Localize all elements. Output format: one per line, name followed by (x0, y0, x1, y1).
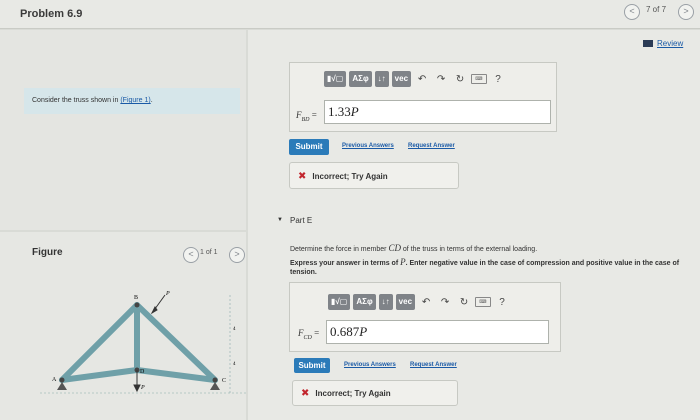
help-icon[interactable]: ? (490, 74, 506, 85)
part-d-variable-label: FBD = (296, 110, 317, 123)
top-bar (0, 0, 700, 29)
review-link[interactable]: Review (657, 39, 683, 48)
part-d-submit-button[interactable]: Submit (289, 139, 329, 155)
part-e-question-member: CD (388, 243, 401, 253)
part-e-instruction-1: Express your answer in terms of (290, 260, 399, 267)
problem-intro-panel (0, 30, 246, 230)
part-d-label-sub: BD (301, 116, 310, 123)
greek-symbols-button[interactable]: ΑΣφ (349, 71, 372, 87)
templates-button[interactable]: ▮√▢ (324, 71, 347, 87)
arrows-button[interactable]: ↓↑ (378, 294, 393, 310)
keyboard-icon[interactable]: ⌨ (471, 74, 488, 84)
part-e-instruction: Express your answer in terms of P. Enter… (290, 258, 682, 277)
undo-icon[interactable]: ↶ (418, 297, 434, 308)
arrows-button[interactable]: ↓↑ (374, 71, 389, 87)
part-e-variable-label: FCD = (298, 328, 319, 341)
intro-period: . (150, 97, 153, 104)
truss-figure: B P D P A C 4 4 (40, 291, 246, 394)
part-e-value-number: 0.687 (330, 324, 360, 339)
part-e-question-pre: Determine the force in member (290, 246, 387, 253)
load-label-top: P (165, 291, 170, 297)
part-d-value-number: 1.33 (328, 104, 351, 119)
vec-button[interactable]: vec (391, 71, 412, 87)
incorrect-icon: ✖ (301, 388, 310, 399)
redo-icon[interactable]: ↷ (433, 74, 449, 85)
incorrect-icon: ✖ (298, 171, 307, 182)
part-d-value-var: P (350, 104, 359, 119)
part-e-request-answer-link[interactable]: Request Answer (410, 362, 457, 368)
part-e-label-sub: CD (303, 334, 312, 341)
dim-label-upper: 4 (233, 327, 236, 332)
redo-icon[interactable]: ↷ (437, 297, 453, 308)
intro-text-body: Consider the truss shown in (32, 97, 119, 104)
undo-icon[interactable]: ↶ (414, 74, 430, 85)
part-d-answer-input[interactable]: 1.33P (324, 100, 551, 124)
part-d-request-answer-link[interactable]: Request Answer (408, 143, 455, 149)
reset-icon[interactable]: ↻ (452, 74, 468, 85)
next-problem-button[interactable]: > (678, 4, 694, 20)
vec-button[interactable]: vec (395, 294, 416, 310)
part-e-label: Part E (290, 216, 313, 225)
reset-icon[interactable]: ↻ (456, 297, 472, 308)
part-e-feedback: ✖ Incorrect; Try Again (292, 380, 458, 406)
greek-symbols-button[interactable]: ΑΣφ (353, 294, 376, 310)
joint-label-b: B (134, 295, 138, 301)
review-icon (643, 40, 653, 47)
figure-prev-button[interactable]: < (183, 247, 199, 263)
part-e-value-var: P (359, 324, 368, 339)
joint-label-c: C (222, 378, 226, 384)
part-e-equals: = (314, 328, 320, 338)
part-d-equals: = (311, 110, 317, 120)
prev-problem-button[interactable]: < (624, 4, 640, 20)
help-icon[interactable]: ? (494, 297, 510, 308)
joint-label-a: A (52, 377, 57, 383)
figure-label: Figure (32, 247, 63, 258)
part-d-toolbar: ▮√▢ ΑΣφ ↓↑ vec ↶ ↷ ↻ ⌨ ? (324, 70, 506, 88)
part-d-feedback-text: Incorrect; Try Again (312, 172, 388, 181)
part-d-feedback: ✖ Incorrect; Try Again (289, 162, 459, 189)
page-counter: 7 of 7 (646, 5, 667, 14)
part-e-answer-input[interactable]: 0.687P (326, 320, 549, 344)
part-e-toolbar: ▮√▢ ΑΣφ ↓↑ vec ↶ ↷ ↻ ⌨ ? (328, 293, 510, 311)
figure-link[interactable]: (Figure 1) (120, 97, 150, 104)
load-label-bottom: P (140, 385, 145, 391)
dim-label-lower: 4 (233, 362, 236, 367)
part-e-feedback-text: Incorrect; Try Again (315, 389, 391, 398)
problem-title: Problem 6.9 (20, 8, 83, 20)
keyboard-icon[interactable]: ⌨ (475, 297, 492, 307)
part-e-previous-answers-link[interactable]: Previous Answers (344, 362, 396, 368)
figure-next-button[interactable]: > (229, 247, 245, 263)
part-d-previous-answers-link[interactable]: Previous Answers (342, 143, 394, 149)
part-e-question: Determine the force in member CD of the … (290, 243, 537, 253)
templates-button[interactable]: ▮√▢ (328, 294, 351, 310)
joint-label-d: D (140, 369, 145, 375)
part-e-submit-button[interactable]: Submit (294, 358, 330, 373)
figure-counter: 1 of 1 (200, 249, 218, 256)
part-e-collapse-icon[interactable]: ▼ (277, 217, 283, 223)
intro-text: Consider the truss shown in (Figure 1). (32, 97, 153, 104)
part-e-question-post: of the truss in terms of the external lo… (402, 246, 538, 253)
